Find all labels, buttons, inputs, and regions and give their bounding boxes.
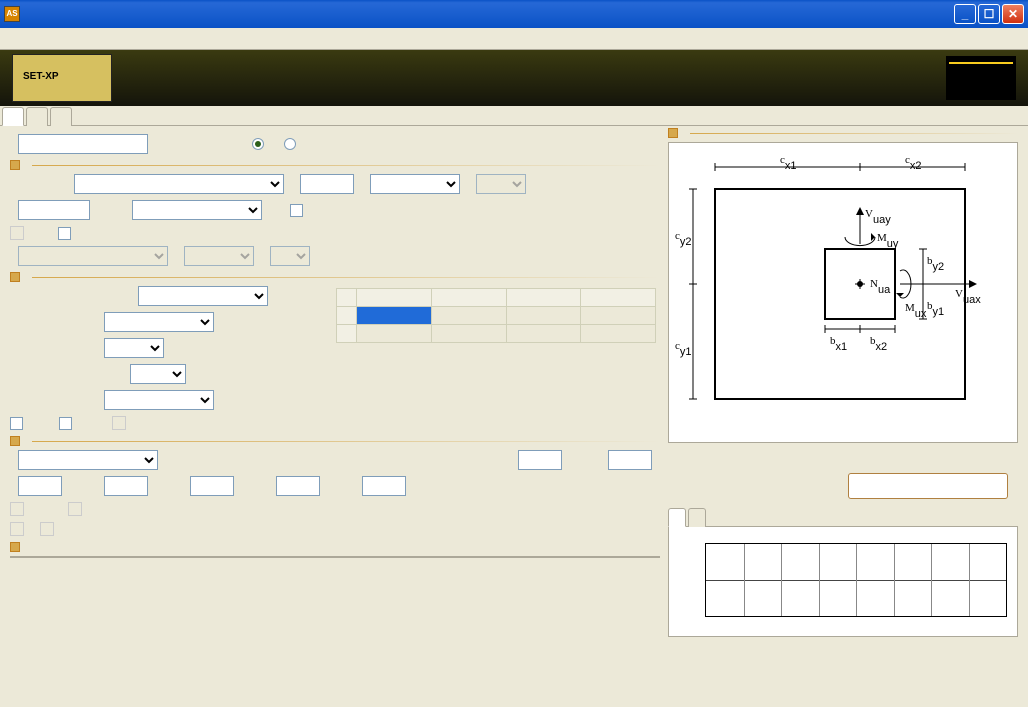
product-image xyxy=(12,54,112,102)
calculate-button[interactable] xyxy=(848,473,1008,499)
svg-text:by1: by1 xyxy=(927,300,944,318)
chk-sustained[interactable] xyxy=(10,522,24,536)
crack-select[interactable] xyxy=(370,174,460,194)
temp-select xyxy=(270,246,310,266)
chk-supp-edge[interactable] xyxy=(290,204,303,217)
hole-select xyxy=(18,246,168,266)
svg-text:cy1: cy1 xyxy=(675,340,692,358)
close-button[interactable]: ✕ xyxy=(1002,4,1024,24)
svg-text:by2: by2 xyxy=(927,255,944,273)
vuax-input[interactable] xyxy=(104,476,148,496)
result-tab-interaction[interactable] xyxy=(688,508,706,527)
mux-input xyxy=(276,476,320,496)
chk-no-breakout-shear[interactable] xyxy=(58,227,71,240)
source-select[interactable] xyxy=(18,450,158,470)
chk-grout[interactable] xyxy=(10,417,23,430)
svg-text:Vuay: Vuay xyxy=(865,208,891,226)
maximize-button[interactable]: ☐ xyxy=(978,4,1000,24)
tab-output[interactable] xyxy=(26,107,48,126)
dims-cell-selected[interactable] xyxy=(357,307,432,325)
chk-nobase[interactable] xyxy=(59,417,72,430)
chk-seismic[interactable] xyxy=(10,502,24,516)
emb-select[interactable] xyxy=(130,364,186,384)
ex-input xyxy=(518,450,562,470)
psi-select xyxy=(476,174,526,194)
concrete-select[interactable] xyxy=(74,174,284,194)
fc-input[interactable] xyxy=(300,174,354,194)
solutions-table[interactable] xyxy=(10,556,660,558)
svg-text:Vuax: Vuax xyxy=(955,288,981,306)
ey-input xyxy=(608,450,652,470)
chk-shearfront[interactable] xyxy=(68,502,82,516)
app-icon: AS xyxy=(4,6,20,22)
condition-select[interactable] xyxy=(132,200,262,220)
anchor-layout-figure: Nua cx1 cx2 cy2 cy1 Vuay Muy Vuax xyxy=(668,142,1018,443)
minimize-button[interactable]: _ xyxy=(954,4,976,24)
result-chart xyxy=(675,543,1011,629)
dia-select[interactable] xyxy=(104,338,164,358)
tab-input[interactable] xyxy=(2,107,24,126)
muy-input xyxy=(362,476,406,496)
brand-logo xyxy=(946,56,1016,100)
radio-analysis[interactable] xyxy=(252,138,264,150)
vuay-input[interactable] xyxy=(190,476,234,496)
tab-catalog[interactable] xyxy=(50,107,72,126)
svg-text:bx2: bx2 xyxy=(870,335,887,353)
svg-text:bx1: bx1 xyxy=(830,335,847,353)
svg-text:Mux: Mux xyxy=(905,302,927,320)
dims-table[interactable] xyxy=(336,288,656,343)
chk-no-breakout-tension[interactable] xyxy=(10,226,24,240)
inspection-select xyxy=(184,246,254,266)
grade-select[interactable] xyxy=(104,390,214,410)
chk-windonly[interactable] xyxy=(40,522,54,536)
svg-text:cy2: cy2 xyxy=(675,230,692,248)
nua-input[interactable] xyxy=(18,476,62,496)
type-select[interactable] xyxy=(104,312,214,332)
svg-text:Nua: Nua xyxy=(870,278,891,296)
svg-text:Muy: Muy xyxy=(877,232,899,250)
config-select[interactable] xyxy=(138,286,268,306)
thickness-input[interactable] xyxy=(18,200,90,220)
chk-ignore[interactable] xyxy=(112,416,126,430)
svg-text:cx2: cx2 xyxy=(905,154,922,172)
result-tab-tension-shear[interactable] xyxy=(668,508,686,527)
jobname-input[interactable] xyxy=(18,134,148,154)
radio-design[interactable] xyxy=(284,138,296,150)
svg-text:cx1: cx1 xyxy=(780,154,797,172)
